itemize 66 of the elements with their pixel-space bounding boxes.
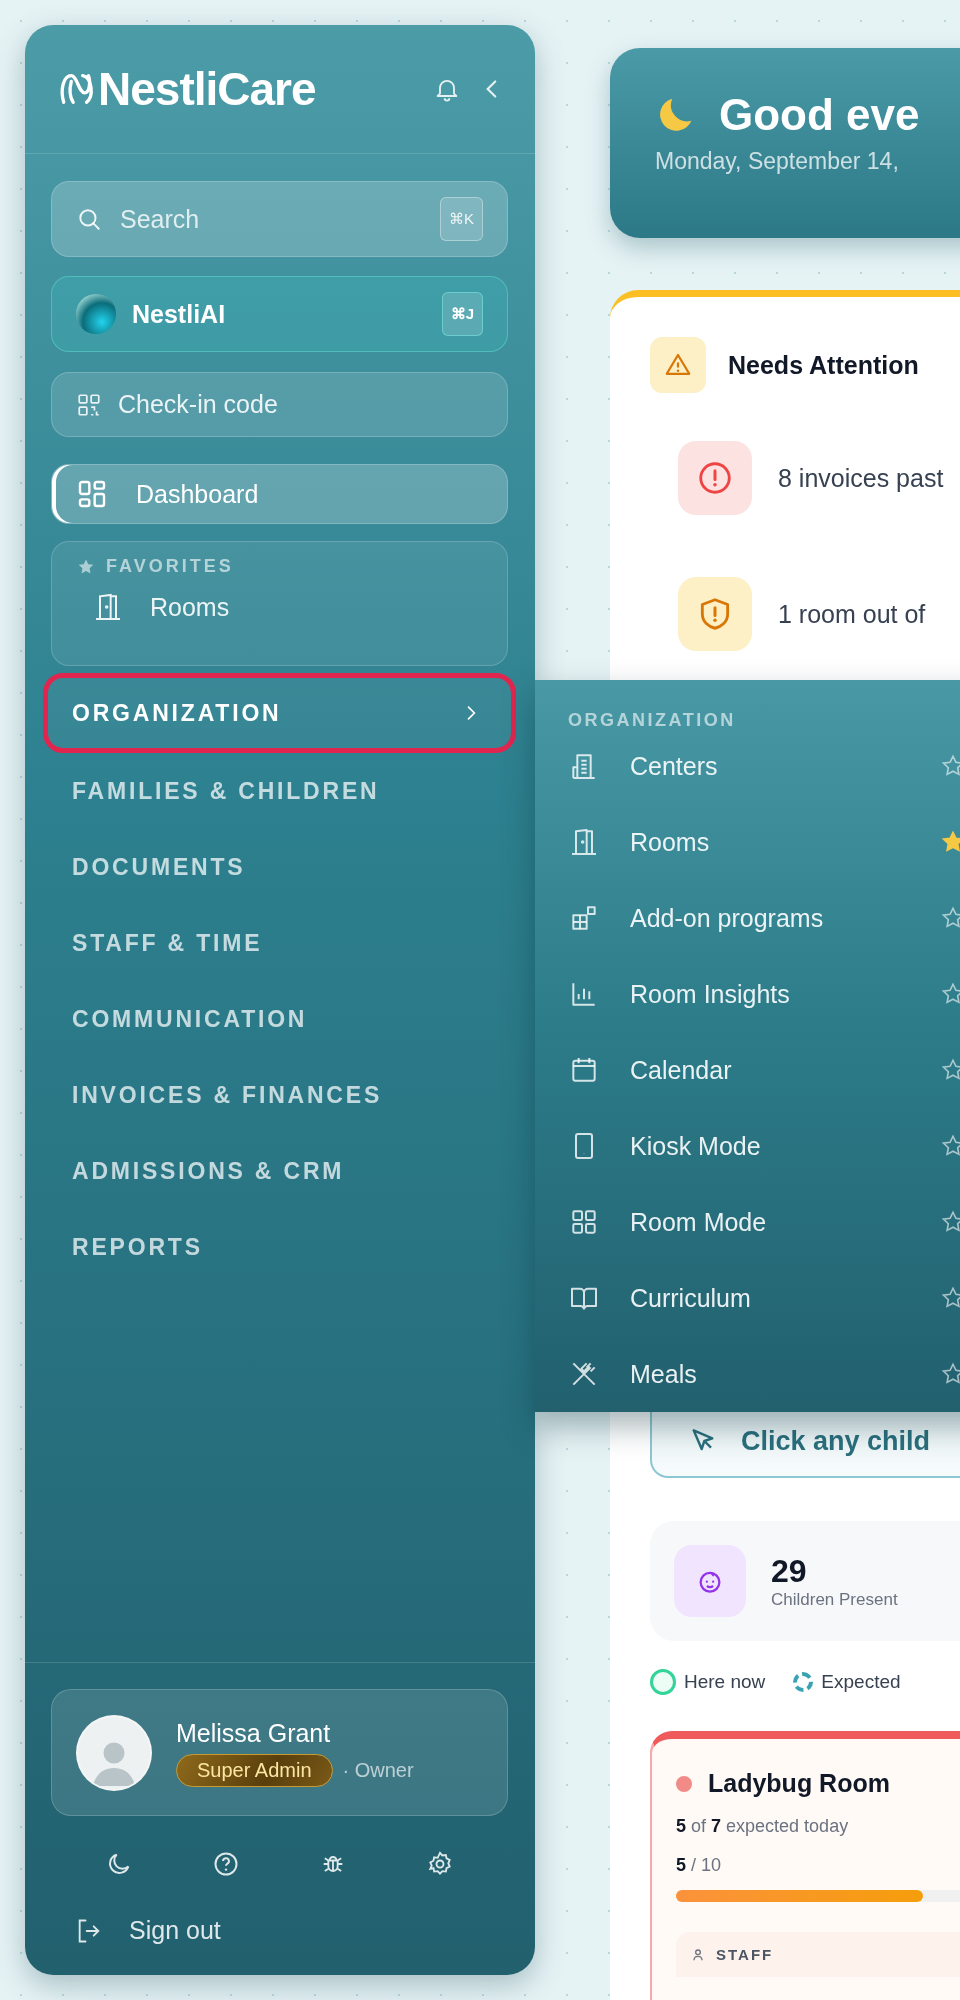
section-nav-item[interactable]: COMMUNICATION (43, 981, 516, 1057)
attention-item[interactable]: 8 invoices past (778, 463, 944, 493)
warning-icon (650, 337, 706, 393)
section-nav-item[interactable]: STAFF & TIME (43, 905, 516, 981)
section-nav-item[interactable]: REPORTS (43, 1209, 516, 1285)
stat-label: Children Present (771, 1589, 898, 1610)
qr-code-icon (76, 391, 102, 418)
favorite-star-icon[interactable] (940, 981, 960, 1007)
legend-label: Here now (684, 1671, 766, 1693)
dashboard-icon (76, 478, 108, 510)
sign-out-button[interactable]: Sign out (51, 1916, 508, 1945)
attention-item[interactable]: 1 room out of (778, 599, 926, 629)
favorites-title: FAVORITES (106, 556, 234, 577)
menu-item[interactable]: Room Insights (568, 956, 960, 1032)
favorite-star-icon[interactable] (940, 1133, 960, 1159)
orb-icon (76, 294, 116, 334)
shortcut-key: ⌘K (440, 197, 483, 241)
user-name: Melissa Grant (176, 1718, 332, 1748)
capacity-count: 5 / 10 (676, 1855, 723, 1876)
search-field[interactable]: Search ⌘K (51, 181, 508, 257)
expected-count: 5 of 7 expected today (676, 1816, 850, 1837)
search-input[interactable]: Search (118, 203, 424, 235)
section-nav-item[interactable]: ORGANIZATION (43, 673, 516, 753)
dashboard-nav-item[interactable]: Dashboard (51, 464, 508, 524)
favorite-star-icon[interactable] (940, 1209, 960, 1235)
menu-item[interactable]: Centers (568, 728, 960, 804)
user-card[interactable]: Melissa Grant Super Admin · Owner (51, 1689, 508, 1816)
baby-face-icon (674, 1545, 746, 1617)
role-badge: Super Admin (176, 1753, 333, 1787)
section-nav-item[interactable]: ADMISSIONS & CRM (43, 1133, 516, 1209)
greeting-title: Good eve (719, 90, 920, 140)
stat-value: 29 (771, 1552, 808, 1590)
favorite-star-icon[interactable] (940, 905, 960, 931)
menu-item[interactable]: Add-on programs (568, 880, 960, 956)
favorite-star-icon[interactable] (940, 753, 960, 779)
section-nav-item[interactable]: FAMILIES & CHILDREN (43, 753, 516, 829)
favorite-star-icon[interactable] (940, 829, 960, 855)
logo[interactable]: NestliCare (58, 62, 415, 116)
section-nav-item[interactable]: INVOICES & FINANCES (43, 1057, 516, 1133)
menu-item[interactable]: Rooms (568, 804, 960, 880)
shortcut-key: ⌘J (441, 292, 483, 336)
favorite-star-icon[interactable] (940, 1057, 960, 1083)
shield-icon (678, 577, 752, 651)
search-icon (76, 206, 102, 232)
alert-icon (678, 441, 752, 515)
greeting-date: Monday, September 14, (655, 148, 900, 175)
staff-label: STAFF (716, 1946, 774, 1963)
dashed-ring-icon (793, 1672, 814, 1692)
present-ring-icon (650, 1669, 676, 1695)
room-card[interactable]: Ladybug Room 5 of 7 expected today 5 / 10 STAFF (650, 1731, 960, 2000)
user-title: · Owner (342, 1758, 414, 1782)
assistant-button[interactable]: NestliAI ⌘J (51, 276, 508, 352)
favorite-star-icon[interactable] (940, 1361, 960, 1387)
section-nav-item[interactable]: DOCUMENTS (43, 829, 516, 905)
menu-item[interactable]: Kiosk Mode (568, 1108, 960, 1184)
check-in-button[interactable]: Check-in code (51, 372, 508, 437)
menu-item[interactable]: Calendar (568, 1032, 960, 1108)
menu-item[interactable]: Curriculum (568, 1260, 960, 1336)
room-name: Ladybug Room (708, 1769, 890, 1798)
attention-title: Needs Attention (728, 350, 919, 380)
favorite-item[interactable]: Rooms (76, 591, 483, 623)
menu-item[interactable]: Room Mode (568, 1184, 960, 1260)
flyout-title: ORGANIZATION (568, 710, 737, 728)
favorite-star-icon[interactable] (940, 1285, 960, 1311)
legend-label: Expected (821, 1671, 901, 1693)
menu-item[interactable]: Meals (568, 1336, 960, 1412)
